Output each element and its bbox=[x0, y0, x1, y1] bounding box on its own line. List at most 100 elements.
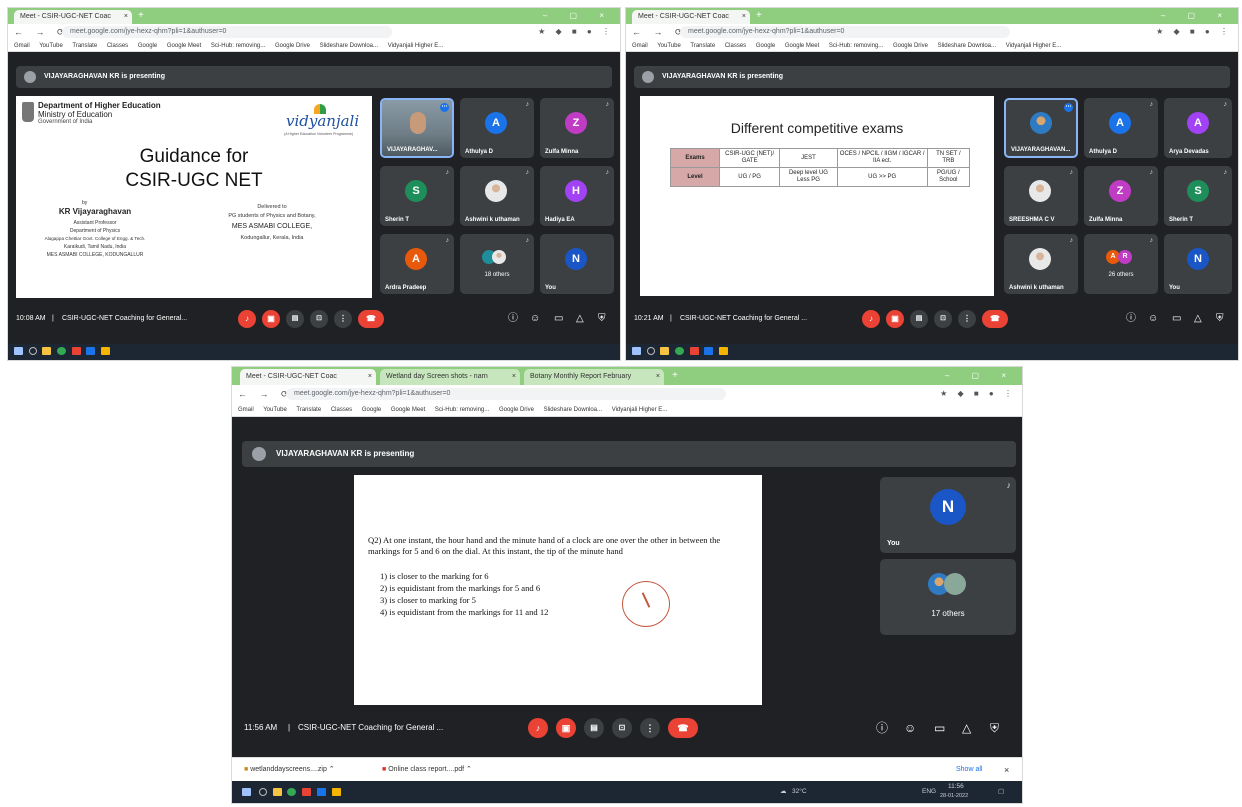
app-icon[interactable] bbox=[331, 788, 341, 796]
participant-tile[interactable]: ♪ S Sherin T bbox=[1164, 166, 1232, 226]
chrome-icon[interactable] bbox=[287, 788, 297, 796]
weather-temp[interactable]: 32°C bbox=[792, 781, 807, 803]
start-icon[interactable] bbox=[632, 347, 641, 355]
participant-tile[interactable]: ♪ A Athulya D bbox=[460, 98, 534, 158]
bookmark-google-meet[interactable]: Google Meet bbox=[391, 407, 425, 413]
file-explorer-icon[interactable] bbox=[660, 347, 670, 355]
bookmark-google[interactable]: Google bbox=[362, 407, 381, 413]
search-icon[interactable] bbox=[646, 347, 655, 355]
present-button[interactable]: ⊡ bbox=[934, 310, 952, 328]
bookmark-scihub[interactable]: Sci-Hub: removing... bbox=[435, 407, 489, 413]
mic-off-button[interactable]: ♪ bbox=[238, 310, 256, 328]
bookmark-vidyanjali[interactable]: Vidyanjali Higher E... bbox=[388, 43, 444, 49]
new-tab-icon[interactable]: + bbox=[138, 9, 144, 23]
bookmark-slideshare[interactable]: Slideshare Downloa... bbox=[320, 43, 378, 49]
camera-off-button[interactable]: ▣ bbox=[886, 310, 904, 328]
close-downloads-icon[interactable]: × bbox=[1004, 758, 1009, 782]
app-icon[interactable] bbox=[71, 347, 81, 355]
new-tab-icon[interactable]: + bbox=[672, 369, 678, 383]
participant-tile[interactable]: ♪ S Sherin T bbox=[380, 166, 454, 226]
participant-tile-you[interactable]: N You bbox=[1164, 234, 1232, 294]
notifications-icon[interactable]: ▢ bbox=[998, 781, 1004, 803]
start-icon[interactable] bbox=[242, 788, 251, 796]
close-tab-icon[interactable]: × bbox=[742, 10, 746, 24]
participant-tile[interactable]: ♪ Z Zulfa Minna bbox=[1084, 166, 1158, 226]
participant-tile[interactable]: ♪ A Arya Devadas bbox=[1164, 98, 1232, 158]
participant-tile[interactable]: ♪ Ashwini k uthaman bbox=[460, 166, 534, 226]
chrome-icon[interactable] bbox=[675, 347, 685, 355]
url-field[interactable]: meet.google.com/jye-hexz-qhm?pli=1&authu… bbox=[680, 26, 1010, 38]
others-tile[interactable]: ♪ 18 others bbox=[460, 234, 534, 294]
browser-tab-meet[interactable]: Meet - CSIR-UGC-NET Coac × bbox=[240, 369, 376, 385]
chat-icon[interactable]: ▭ bbox=[1172, 306, 1181, 332]
bookmark-youtube[interactable]: YouTube bbox=[39, 43, 63, 49]
more-options-button[interactable]: ⋮ bbox=[640, 718, 660, 738]
bookmark-google-drive[interactable]: Google Drive bbox=[499, 407, 534, 413]
bookmark-translate[interactable]: Translate bbox=[72, 43, 97, 49]
bookmark-youtube[interactable]: YouTube bbox=[657, 43, 681, 49]
bookmark-gmail[interactable]: Gmail bbox=[238, 407, 254, 413]
browser-tab-meet[interactable]: Meet - CSIR-UGC-NET Coac × bbox=[632, 10, 750, 24]
others-tile[interactable]: ♪ A R 26 others bbox=[1084, 234, 1158, 294]
info-icon[interactable]: ⓘ bbox=[1126, 306, 1136, 332]
participant-tile-presenter[interactable]: ⋯ VIJAYARAGHAVAN... bbox=[1004, 98, 1078, 158]
activities-icon[interactable]: △ bbox=[576, 306, 584, 332]
new-tab-icon[interactable]: + bbox=[756, 9, 762, 23]
taskbar-date[interactable]: 28-01-2022 bbox=[940, 785, 968, 803]
bookmark-youtube[interactable]: YouTube bbox=[263, 407, 287, 413]
leave-call-button[interactable]: ☎ bbox=[982, 310, 1008, 328]
show-all-link[interactable]: Show all bbox=[956, 758, 982, 782]
bookmark-classes[interactable]: Classes bbox=[107, 43, 128, 49]
bookmark-translate[interactable]: Translate bbox=[690, 43, 715, 49]
host-controls-icon[interactable]: ⛨ bbox=[990, 713, 999, 743]
extension-icons[interactable]: ★ ◆ ■ ● ⋮ bbox=[1156, 26, 1232, 38]
bookmark-translate[interactable]: Translate bbox=[296, 407, 321, 413]
camera-off-button[interactable]: ▣ bbox=[262, 310, 280, 328]
bookmark-google[interactable]: Google bbox=[756, 43, 775, 49]
window-controls[interactable]: – ▢ × bbox=[543, 8, 614, 24]
browser-tab-wetland[interactable]: Wetland day Screen shots - narn × bbox=[380, 369, 520, 385]
chrome-icon[interactable] bbox=[57, 347, 67, 355]
activities-icon[interactable]: △ bbox=[1194, 306, 1202, 332]
app-icon[interactable] bbox=[704, 347, 714, 355]
bookmark-classes[interactable]: Classes bbox=[331, 407, 352, 413]
bookmark-gmail[interactable]: Gmail bbox=[632, 43, 648, 49]
bookmark-vidyanjali[interactable]: Vidyanjali Higher E... bbox=[1006, 43, 1062, 49]
leave-call-button[interactable]: ☎ bbox=[358, 310, 384, 328]
participant-tile-presenter[interactable]: ⋯ VIJAYARAGHAV... bbox=[380, 98, 454, 158]
file-explorer-icon[interactable] bbox=[272, 788, 282, 796]
more-options-icon[interactable]: ⋯ bbox=[440, 103, 449, 112]
language-indicator[interactable]: ENG bbox=[922, 781, 936, 803]
download-item-zip[interactable]: ■ wetlanddayscreens....zip ⌃ bbox=[244, 758, 335, 782]
chat-icon[interactable]: ▭ bbox=[554, 306, 563, 332]
participant-tile[interactable]: ♪ A Athulya D bbox=[1084, 98, 1158, 158]
app-icon[interactable] bbox=[689, 347, 699, 355]
search-icon[interactable] bbox=[258, 788, 267, 796]
host-controls-icon[interactable]: ⛨ bbox=[1216, 306, 1224, 332]
extension-icons[interactable]: ★ ◆ ■ ● ⋮ bbox=[940, 388, 1016, 400]
browser-tab-meet[interactable]: Meet - CSIR-UGC-NET Coac × bbox=[14, 10, 132, 24]
mic-off-button[interactable]: ♪ bbox=[862, 310, 880, 328]
people-icon[interactable]: ☺ bbox=[1148, 306, 1158, 332]
download-item-pdf[interactable]: ■ Online class report....pdf ⌃ bbox=[382, 758, 472, 782]
participant-tile-you[interactable]: ♪ N You bbox=[880, 477, 1016, 553]
captions-button[interactable]: ▤ bbox=[910, 310, 928, 328]
mic-off-button[interactable]: ♪ bbox=[528, 718, 548, 738]
leave-call-button[interactable]: ☎ bbox=[668, 718, 698, 738]
close-tab-icon[interactable]: × bbox=[124, 10, 128, 24]
captions-button[interactable]: ▤ bbox=[584, 718, 604, 738]
extension-icons[interactable]: ★ ◆ ■ ● ⋮ bbox=[538, 26, 614, 38]
bookmark-google[interactable]: Google bbox=[138, 43, 157, 49]
bookmark-google-meet[interactable]: Google Meet bbox=[785, 43, 819, 49]
bookmark-slideshare[interactable]: Slideshare Downloa... bbox=[938, 43, 996, 49]
app-icon[interactable] bbox=[86, 347, 96, 355]
people-icon[interactable]: ☺ bbox=[530, 306, 540, 332]
participant-tile[interactable]: ♪ Z Zulfa Minna bbox=[540, 98, 614, 158]
participant-tile[interactable]: ♪ A Ardra Pradeep bbox=[380, 234, 454, 294]
app-icon[interactable] bbox=[101, 347, 111, 355]
window-controls[interactable]: – ▢ × bbox=[945, 367, 1016, 385]
bookmark-vidyanjali[interactable]: Vidyanjali Higher E... bbox=[612, 407, 668, 413]
close-tab-icon[interactable]: × bbox=[368, 369, 372, 385]
info-icon[interactable]: ⓘ bbox=[876, 713, 888, 743]
close-tab-icon[interactable]: × bbox=[512, 369, 516, 385]
